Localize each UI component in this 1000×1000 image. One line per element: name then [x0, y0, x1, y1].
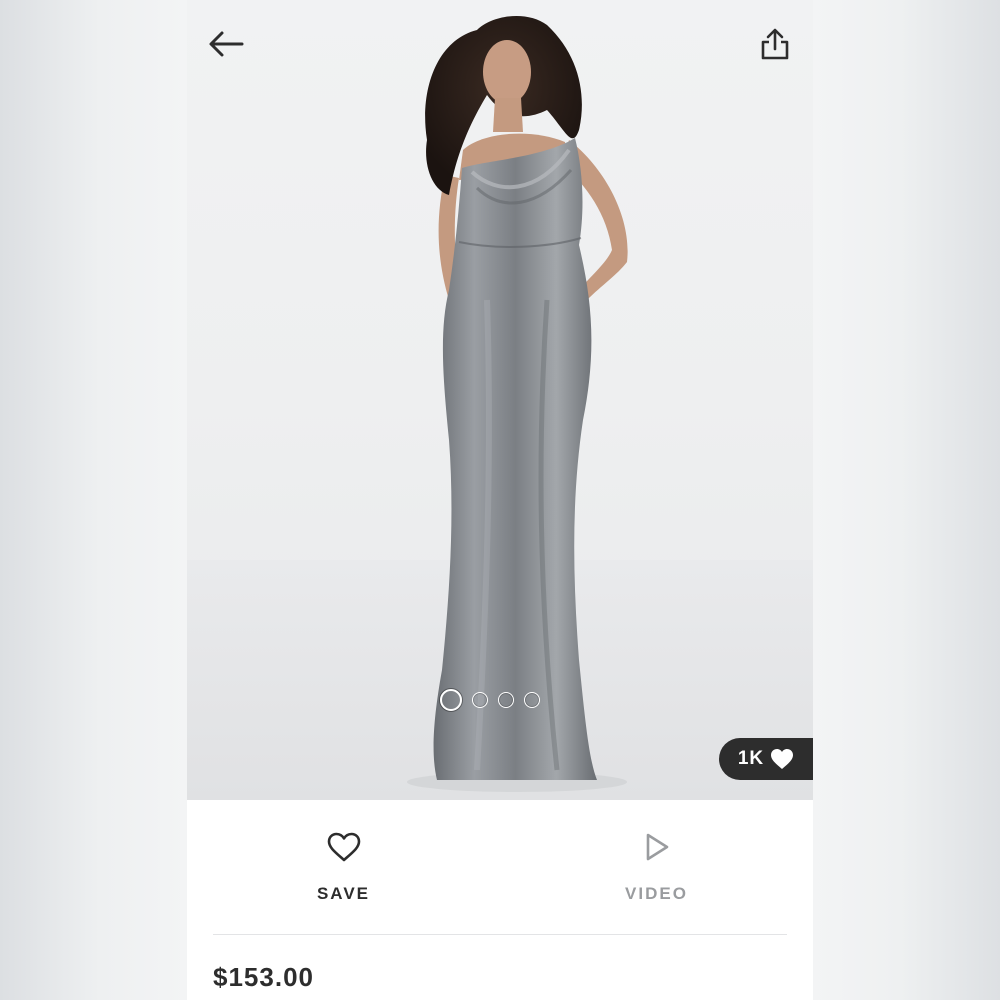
product-photo: [407, 15, 628, 792]
video-label: VIDEO: [625, 884, 688, 903]
gallery-dot-2[interactable]: [472, 692, 488, 708]
divider: [213, 934, 787, 935]
save-label: SAVE: [316, 884, 371, 903]
gallery-pagination: [440, 688, 540, 712]
product-page: 1K SAVE VIDEO $153.00: [187, 0, 813, 1000]
product-price: $153.00: [213, 962, 314, 992]
gallery-dot-1[interactable]: [440, 689, 462, 711]
video-button[interactable]: VIDEO: [500, 800, 813, 934]
likes-count: 1K: [737, 748, 765, 769]
product-image-gallery[interactable]: 1K: [187, 0, 813, 800]
gallery-dot-3[interactable]: [498, 692, 514, 708]
arrow-left-icon: [209, 31, 244, 57]
back-button[interactable]: [204, 22, 248, 66]
gallery-dot-4[interactable]: [524, 692, 540, 708]
play-icon: [646, 833, 668, 861]
product-actions: SAVE VIDEO: [187, 800, 813, 934]
likes-badge[interactable]: 1K: [719, 738, 813, 780]
heart-filled-icon: [771, 749, 794, 769]
share-icon: [761, 28, 789, 60]
save-button[interactable]: SAVE: [187, 800, 500, 934]
share-button[interactable]: [753, 22, 797, 66]
heart-outline-icon: [327, 832, 360, 862]
